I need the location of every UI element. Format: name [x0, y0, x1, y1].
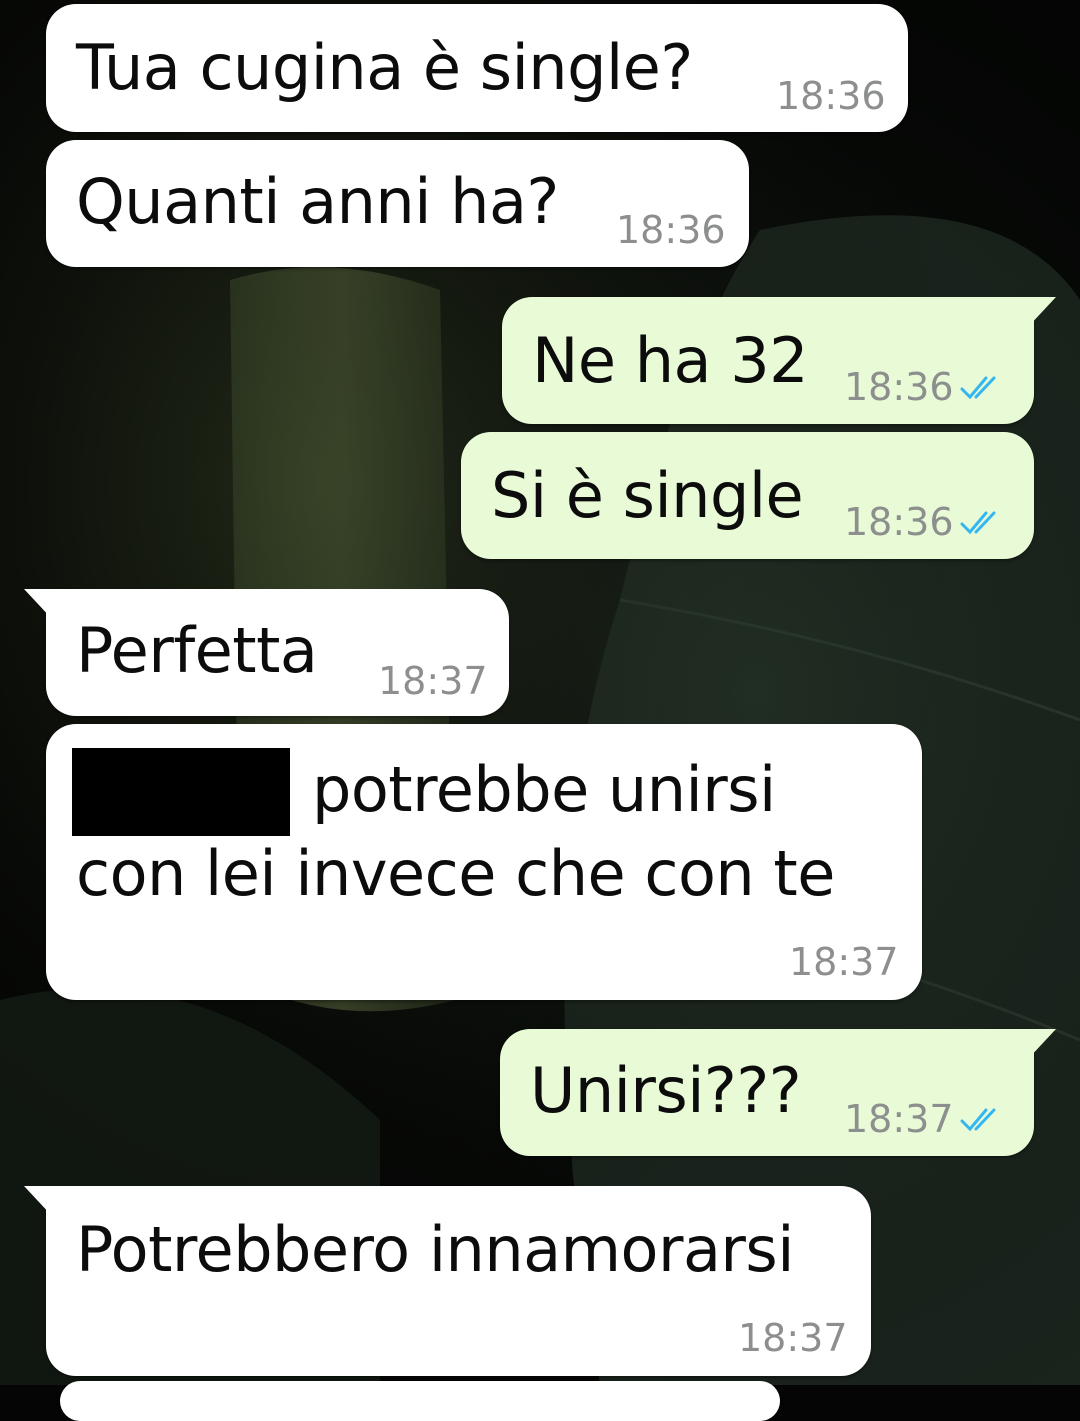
- double-check-read-icon: [960, 1108, 996, 1132]
- message-text: Potrebbero innamorarsi: [76, 1213, 794, 1286]
- message-text: Ne ha 32: [532, 324, 809, 397]
- message-text-line1: potrebbe unirsi: [312, 753, 776, 826]
- message-timestamp: 18:36: [844, 500, 954, 544]
- message-text: Tua cugina è single?: [76, 31, 693, 104]
- double-check-read-icon: [960, 376, 996, 400]
- message-bubble-partial[interactable]: [60, 1381, 780, 1421]
- message-bubble-outgoing[interactable]: Si è single 18:36: [461, 432, 1034, 559]
- bubble-tail: [24, 589, 58, 619]
- message-text: Si è single: [491, 459, 804, 532]
- message-timestamp: 18:37: [378, 659, 488, 703]
- message-timestamp: 18:37: [844, 1097, 954, 1141]
- message-bubble-incoming[interactable]: Tua cugina è single? 18:36: [46, 4, 908, 132]
- bubble-tail: [24, 1186, 58, 1216]
- message-bubble-incoming[interactable]: Potrebbero innamorarsi 18:37: [24, 1186, 871, 1376]
- message-timestamp: 18:36: [776, 74, 886, 118]
- bubble-tail: [1022, 1029, 1056, 1059]
- message-text: Unirsi???: [530, 1054, 802, 1127]
- message-text: Perfetta: [76, 614, 318, 687]
- double-check-read-icon: [960, 511, 996, 535]
- message-bubble-incoming[interactable]: potrebbe unirsi con lei invece che con t…: [46, 724, 922, 1000]
- message-timestamp: 18:36: [616, 208, 726, 252]
- bubble-tail: [1022, 297, 1056, 327]
- message-bubble-outgoing[interactable]: Ne ha 32 18:36: [502, 297, 1056, 424]
- message-text: Quanti anni ha?: [76, 165, 559, 238]
- message-bubble-incoming[interactable]: Perfetta 18:37: [24, 589, 509, 716]
- redacted-name: [72, 748, 290, 836]
- message-bubble-outgoing[interactable]: Unirsi??? 18:37: [500, 1029, 1056, 1156]
- message-timestamp: 18:37: [738, 1316, 848, 1360]
- message-bubble-incoming[interactable]: Quanti anni ha? 18:36: [46, 140, 749, 267]
- message-timestamp: 18:37: [789, 940, 899, 984]
- message-timestamp: 18:36: [844, 365, 954, 409]
- message-text-line2: con lei invece che con te: [76, 837, 835, 910]
